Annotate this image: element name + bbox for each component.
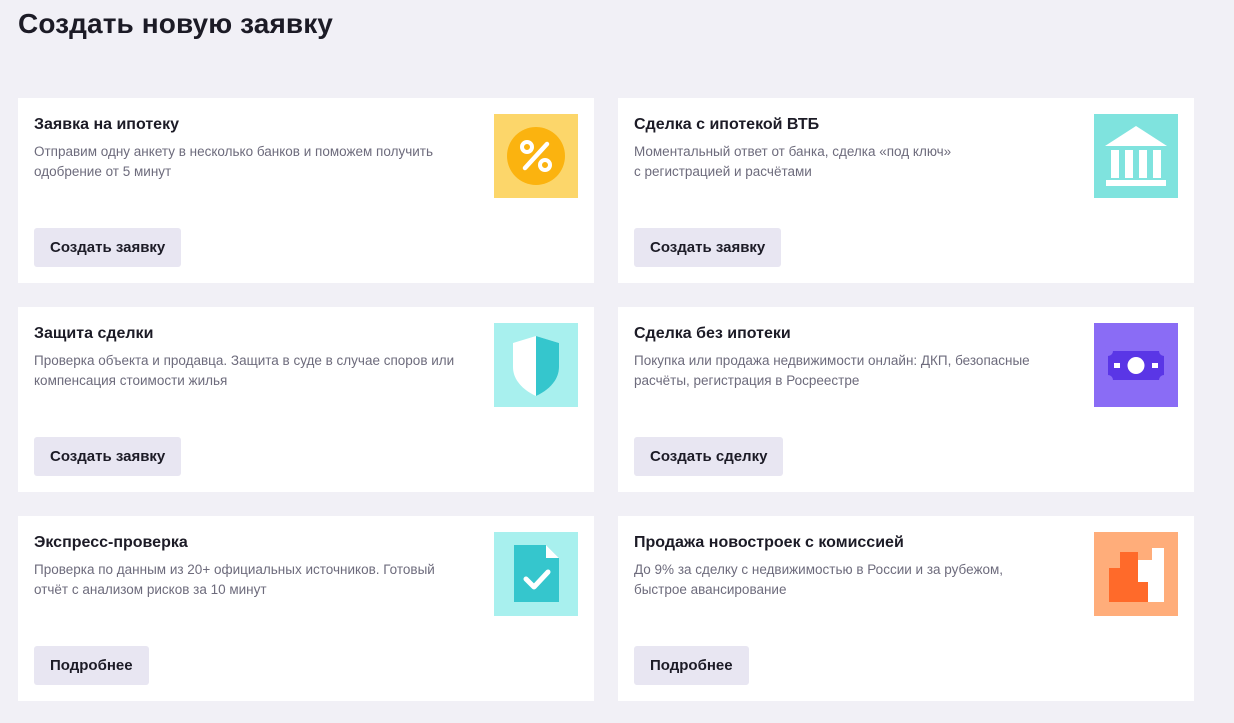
- card-title: Продажа новостроек с комиссией: [634, 534, 904, 551]
- percent-icon: [494, 114, 578, 198]
- card-deal-protection: Защита сделки Проверка объекта и продавц…: [18, 307, 594, 492]
- card-vtb-mortgage-deal: Сделка с ипотекой ВТБ Моментальный ответ…: [618, 98, 1194, 283]
- card-express-check: Экспресс-проверка Проверка по данным из …: [18, 516, 594, 701]
- card-description: Проверка объекта и продавца. Защита в су…: [34, 353, 455, 388]
- card-title: Сделка без ипотеки: [634, 325, 791, 342]
- create-application-button[interactable]: Создать заявку: [34, 437, 182, 476]
- card-title: Экспресс-проверка: [34, 534, 188, 551]
- details-button[interactable]: Подробнее: [34, 646, 149, 685]
- card-description: Проверка по данным из 20+ официальных ис…: [34, 562, 435, 597]
- card-deal-without-mortgage: Сделка без ипотеки Покупка или продажа н…: [618, 307, 1194, 492]
- card-description: До 9% за сделку с недвижимостью в России…: [634, 562, 1004, 597]
- details-button[interactable]: Подробнее: [634, 646, 749, 685]
- card-description: Отправим одну анкету в несколько банков …: [34, 144, 433, 179]
- card-description: Моментальный ответ от банка, сделка «под…: [634, 144, 952, 179]
- card-title: Защита сделки: [34, 325, 154, 342]
- card-mortgage-application: Заявка на ипотеку Отправим одну анкету в…: [18, 98, 594, 283]
- shield-icon: [494, 323, 578, 407]
- create-application-button[interactable]: Создать заявку: [634, 228, 782, 267]
- page-title: Создать новую заявку: [18, 8, 333, 39]
- bank-icon: [1094, 114, 1178, 198]
- banknote-icon: [1094, 323, 1178, 407]
- buildings-icon: [1094, 532, 1178, 616]
- card-title: Сделка с ипотекой ВТБ: [634, 116, 820, 133]
- card-description: Покупка или продажа недвижимости онлайн:…: [634, 353, 1030, 388]
- document-check-icon: [494, 532, 578, 616]
- card-title: Заявка на ипотеку: [34, 116, 179, 133]
- card-new-buildings-sale: Продажа новостроек с комиссией До 9% за …: [618, 516, 1194, 701]
- service-cards-grid: Заявка на ипотеку Отправим одну анкету в…: [18, 98, 1194, 701]
- create-application-button[interactable]: Создать заявку: [34, 228, 182, 267]
- create-deal-button[interactable]: Создать сделку: [634, 437, 784, 476]
